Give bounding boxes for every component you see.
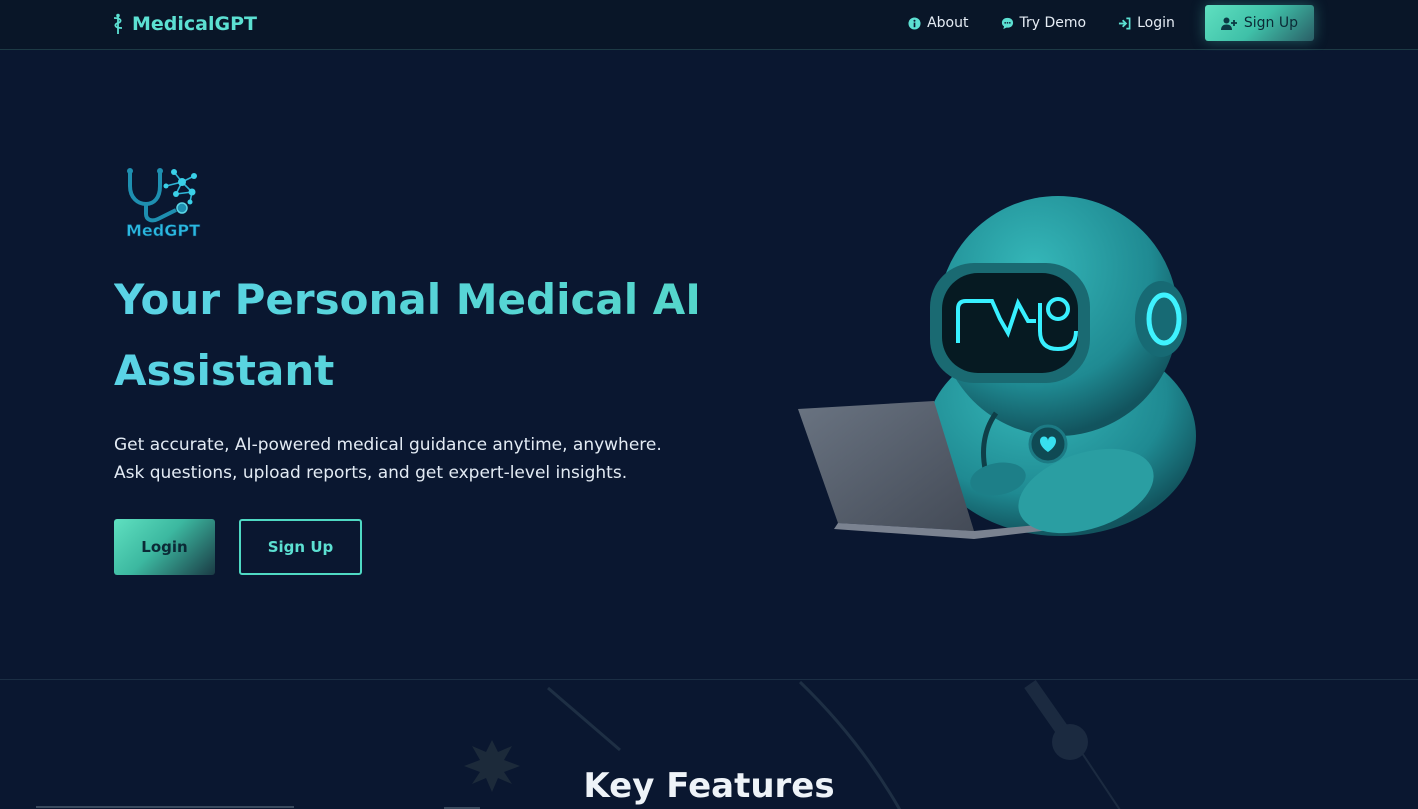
nav-links: About Try Demo Login Sign Up bbox=[892, 5, 1314, 41]
nav-signup-label: Sign Up bbox=[1243, 15, 1298, 31]
hero-subtitle: Get accurate, AI-powered medical guidanc… bbox=[114, 431, 734, 487]
robot-doctor-illustration bbox=[798, 196, 1196, 539]
nav-about-label: About bbox=[927, 15, 969, 31]
hero-title: Your Personal Medical AI Assistant bbox=[114, 264, 754, 406]
user-plus-icon bbox=[1220, 17, 1237, 30]
hero-subtitle-line1: Get accurate, AI-powered medical guidanc… bbox=[114, 435, 662, 455]
medgpt-logo-text: MedGPT bbox=[126, 221, 200, 240]
nav-try-demo-link[interactable]: Try Demo bbox=[985, 5, 1103, 41]
sign-in-icon bbox=[1119, 17, 1131, 29]
nav-signup-button[interactable]: Sign Up bbox=[1204, 5, 1314, 41]
brand-link[interactable]: MedicalGPT bbox=[112, 11, 257, 37]
navbar: MedicalGPT About Try Demo Login Sign Up bbox=[0, 0, 1418, 50]
divider-line bbox=[36, 806, 294, 808]
caduceus-icon bbox=[113, 13, 123, 34]
hero-section: MedGPT Your Personal Medical AI Assistan… bbox=[0, 51, 1418, 679]
features-section: Key Features bbox=[0, 679, 1418, 809]
brand-name: MedicalGPT bbox=[132, 13, 257, 35]
nav-try-demo-label: Try Demo bbox=[1019, 15, 1087, 31]
medgpt-logo: MedGPT bbox=[126, 168, 200, 240]
nav-about-link[interactable]: About bbox=[892, 5, 984, 41]
info-icon bbox=[908, 16, 921, 30]
hero-login-button[interactable]: Login bbox=[114, 519, 215, 575]
hero-signup-button[interactable]: Sign Up bbox=[239, 519, 362, 575]
nav-login-link[interactable]: Login bbox=[1102, 5, 1191, 41]
hero-subtitle-line2: Ask questions, upload reports, and get e… bbox=[114, 463, 628, 483]
nav-login-label: Login bbox=[1137, 15, 1175, 31]
chat-bubble-icon bbox=[1001, 17, 1013, 29]
features-title: Key Features bbox=[583, 766, 835, 806]
